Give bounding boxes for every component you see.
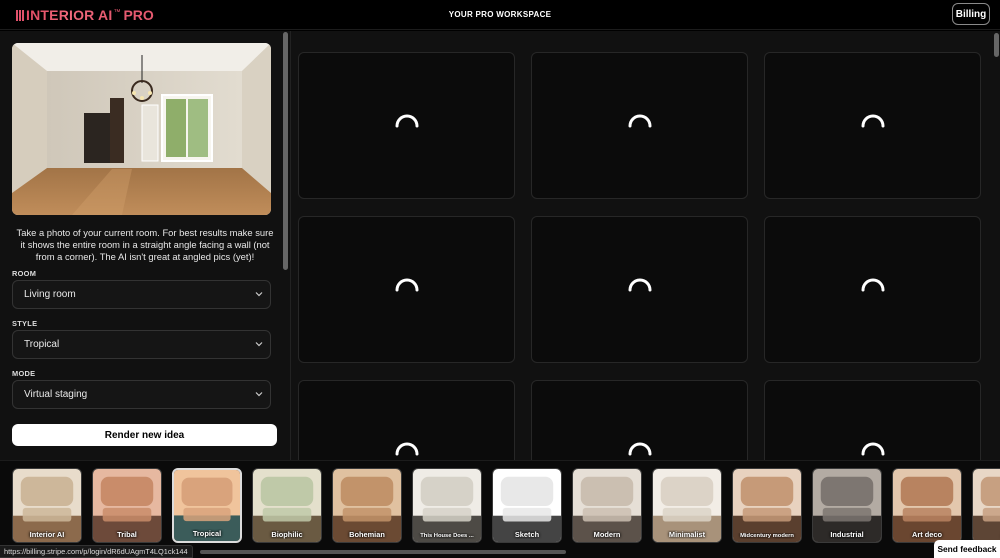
style-select-value: Tropical [24,339,60,350]
uploaded-room-photo[interactable] [12,43,271,215]
chevron-down-icon [255,342,263,347]
style-card[interactable]: Interior AI [12,468,82,543]
render-new-idea-button[interactable]: Render new idea [12,424,277,446]
results-scrollbar[interactable] [994,33,999,57]
sidebar: Take a photo of your current room. For b… [0,31,290,460]
style-card[interactable]: Industrial [812,468,882,543]
style-card[interactable]: Tribal [92,468,162,543]
style-card-label: Interior AI [29,530,65,539]
style-label: STYLE [12,319,38,328]
results-grid [291,31,1000,460]
chevron-down-icon [255,392,263,397]
status-bar-url: https://billing.stripe.com/p/login/dR6dU… [0,545,193,558]
workspace-title: YOUR PRO WORKSPACE [448,10,552,19]
style-card-label: Modern [593,530,621,539]
send-feedback-button[interactable]: Send feedback [934,540,1000,558]
style-thumbnail-image [733,469,801,542]
room-select-value: Living room [24,289,76,300]
style-card-label: This House Does ... [420,533,474,539]
style-card[interactable]: Art [972,468,1000,543]
loading-spinner-icon [395,114,418,127]
style-card[interactable]: Midcentury modern [732,468,802,543]
style-thumbnail-image [413,469,481,542]
style-card[interactable]: Bohemian [332,468,402,543]
style-card-label: Art deco [912,530,942,539]
carousel-scrollbar[interactable] [200,550,566,554]
mode-select-value: Virtual staging [24,389,88,400]
style-card-label: Tribal [117,530,137,539]
result-tile-loading[interactable] [531,52,748,199]
result-tile-loading[interactable] [764,216,981,363]
style-card-label: Art [973,530,1000,539]
photo-instructions: Take a photo of your current room. For b… [16,227,274,262]
result-tile-loading[interactable] [298,52,515,199]
style-card-label: Bohemian [349,530,385,539]
billing-button[interactable]: Billing [952,3,990,25]
chevron-down-icon [255,292,263,297]
loading-spinner-icon [628,442,651,455]
style-card[interactable]: Tropical [172,468,242,543]
mode-label: MODE [12,369,36,378]
style-card-label: Minimalist [668,530,706,539]
style-card-label: Industrial [830,530,864,539]
loading-spinner-icon [395,278,418,291]
style-card[interactable]: Sketch [492,468,562,543]
result-tile-loading[interactable] [298,380,515,460]
style-card-label: Midcentury modern [740,533,794,539]
style-card[interactable]: Biophilic [252,468,322,543]
room-photo-image [12,43,271,215]
result-tile-loading[interactable] [764,52,981,199]
style-card[interactable]: Modern [572,468,642,543]
style-card[interactable]: This House Does ... [412,468,482,543]
loading-spinner-icon [628,114,651,127]
result-tile-loading[interactable] [531,380,748,460]
style-card[interactable]: Minimalist [652,468,722,543]
style-card-label: Sketch [514,530,540,539]
style-card[interactable]: Art deco [892,468,962,543]
result-tile-loading[interactable] [764,380,981,460]
style-select[interactable]: Tropical [12,330,271,359]
sidebar-scrollbar[interactable] [283,32,288,270]
result-tile-loading[interactable] [531,216,748,363]
result-tile-loading[interactable] [298,216,515,363]
room-select[interactable]: Living room [12,280,271,309]
style-card-label: Biophilic [271,530,303,539]
loading-spinner-icon [861,114,884,127]
loading-spinner-icon [628,278,651,291]
style-carousel: Interior AI Tribal Tropical Biophilic Bohemi… [0,460,1000,558]
top-header: INTERIOR AI ™ PRO YOUR PRO WORKSPACE Bil… [0,0,1000,30]
style-card-label: Tropical [192,529,222,538]
loading-spinner-icon [395,442,418,455]
mode-select[interactable]: Virtual staging [12,380,271,409]
loading-spinner-icon [861,278,884,291]
room-label: ROOM [12,269,37,278]
loading-spinner-icon [861,442,884,455]
